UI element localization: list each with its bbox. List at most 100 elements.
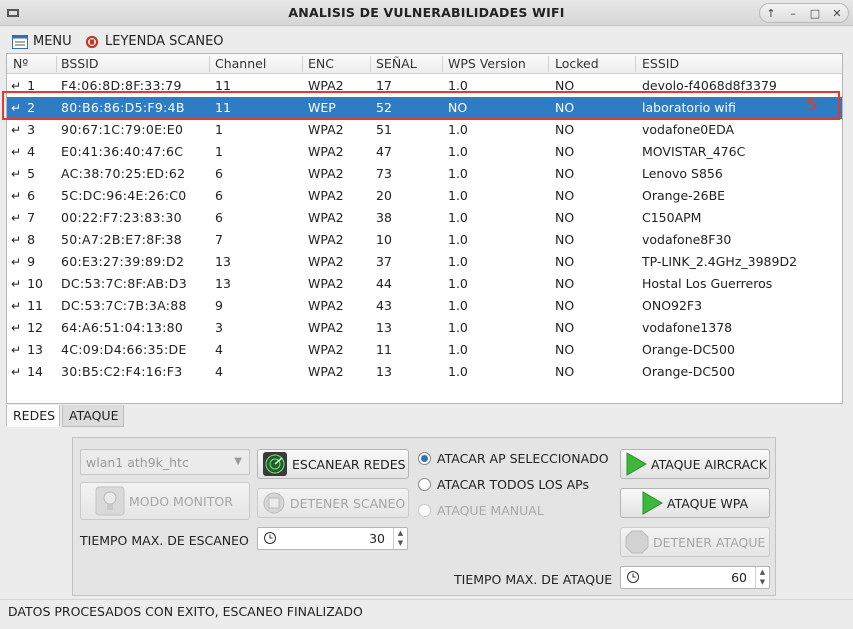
header-wps[interactable]: WPS Version xyxy=(448,56,526,72)
header-locked[interactable]: Locked xyxy=(555,56,599,72)
row-arrow-icon: ↵ xyxy=(11,211,22,225)
legend-button[interactable]: LEYENDA SCANEO xyxy=(84,34,224,49)
cell-enc: WPA2 xyxy=(308,188,344,203)
cell-bssid: 64:A6:51:04:13:80 xyxy=(61,320,184,335)
header-bssid[interactable]: BSSID xyxy=(61,56,99,72)
cell-wps: NO xyxy=(448,100,468,115)
cell-bssid: 5C:DC:96:4E:26:C0 xyxy=(61,188,187,203)
radar-icon xyxy=(263,452,287,476)
chevron-down-icon: ▼ xyxy=(234,456,242,467)
cell-enc: WPA2 xyxy=(308,320,344,335)
minimize-button[interactable]: – xyxy=(784,7,802,20)
networks-table[interactable]: Nº BSSID Channel ENC SEÑAL WPS Version L… xyxy=(6,53,843,404)
table-row[interactable]: ↵ 9 60:E3:27:39:89:D2 13 WPA2 37 1.0 NO TP-LINK_… xyxy=(7,251,842,273)
table-row[interactable]: ↵ 10 DC:53:7C:8F:AB:D3 13 WPA2 44 1.0 NO Hostal … xyxy=(7,273,842,295)
monitor-mode-button[interactable]: MODO MONITOR xyxy=(80,482,250,520)
monitor-mode-label: MODO MONITOR xyxy=(129,493,233,509)
attack-time-spinbox[interactable]: 60 ▲ ▼ xyxy=(620,566,770,589)
scan-networks-label: ESCANEAR REDES xyxy=(292,456,406,472)
header-channel[interactable]: Channel xyxy=(215,56,266,72)
header-signal[interactable]: SEÑAL xyxy=(376,56,417,72)
manual-attack-label: ATAQUE MANUAL xyxy=(437,503,544,518)
cell-channel: 4 xyxy=(215,364,223,379)
cell-channel: 7 xyxy=(215,232,223,247)
table-row[interactable]: ↵ 2 80:B6:86:D5:F9:4B 11 WEP 52 NO NO laboratori… xyxy=(7,97,842,119)
attack-selected-radio[interactable]: ATACAR AP SELECCIONADO xyxy=(418,451,609,466)
cell-bssid: 30:B5:C2:F4:16:F3 xyxy=(61,364,183,379)
cell-enc: WPA2 xyxy=(308,78,344,93)
cell-locked: NO xyxy=(555,254,575,269)
cell-locked: NO xyxy=(555,144,575,159)
stop-icon xyxy=(263,492,285,514)
header-n[interactable]: Nº xyxy=(13,56,28,72)
cell-locked: NO xyxy=(555,232,575,247)
row-number: ↵ 11 xyxy=(11,298,43,313)
cell-locked: NO xyxy=(555,188,575,203)
table-row[interactable]: ↵ 5 AC:38:70:25:ED:62 6 WPA2 73 1.0 NO Lenovo S8… xyxy=(7,163,842,185)
play-icon xyxy=(626,452,647,476)
row-number: ↵ 1 xyxy=(11,78,35,93)
table-row[interactable]: ↵ 14 30:B5:C2:F4:16:F3 4 WPA2 13 1.0 NO Orange-D… xyxy=(7,361,842,383)
header-essid[interactable]: ESSID xyxy=(642,56,679,72)
cell-channel: 6 xyxy=(215,166,223,181)
tab-redes[interactable]: REDES xyxy=(6,405,60,427)
cell-locked: NO xyxy=(555,364,575,379)
cell-essid: Orange-DC500 xyxy=(642,364,735,379)
tab-ataque[interactable]: ATAQUE xyxy=(62,405,124,427)
scan-networks-button[interactable]: ESCANEAR REDES xyxy=(257,449,409,479)
cell-essid: Lenovo S856 xyxy=(642,166,723,181)
spin-arrows-icon[interactable]: ▲ ▼ xyxy=(755,567,769,588)
cell-signal: 20 xyxy=(376,188,392,203)
wpa-attack-button[interactable]: ATAQUE WPA xyxy=(620,488,770,518)
table-row[interactable]: ↵ 12 64:A6:51:04:13:80 3 WPA2 13 1.0 NO vodafone… xyxy=(7,317,842,339)
close-button[interactable]: ✕ xyxy=(828,7,846,20)
stop-attack-button[interactable]: DETENER ATAQUE xyxy=(620,527,770,557)
cell-enc: WPA2 xyxy=(308,144,344,159)
clock-icon xyxy=(627,571,639,583)
row-arrow-icon: ↵ xyxy=(11,79,22,93)
table-row[interactable]: ↵ 4 E0:41:36:40:47:6C 1 WPA2 47 1.0 NO MOVISTAR_… xyxy=(7,141,842,163)
scan-time-spinbox[interactable]: 30 ▲ ▼ xyxy=(257,527,408,550)
maximize-button[interactable]: □ xyxy=(806,7,824,20)
menu-button[interactable]: MENU xyxy=(12,34,72,49)
menu-bar: MENU LEYENDA SCANEO xyxy=(0,30,853,54)
cell-signal: 13 xyxy=(376,364,392,379)
cell-wps: 1.0 xyxy=(448,254,468,269)
cell-wps: 1.0 xyxy=(448,320,468,335)
header-enc[interactable]: ENC xyxy=(308,56,334,72)
table-row[interactable]: ↵ 7 00:22:F7:23:83:30 6 WPA2 38 1.0 NO C150APM xyxy=(7,207,842,229)
radio-unchecked-icon xyxy=(418,478,431,491)
stop-scan-button[interactable]: DETENER SCANEO xyxy=(257,488,409,518)
spin-arrows-icon[interactable]: ▲ ▼ xyxy=(393,528,407,549)
cell-signal: 52 xyxy=(376,100,392,115)
cell-essid: vodafone1378 xyxy=(642,320,733,335)
row-number: ↵ 6 xyxy=(11,188,35,203)
table-row[interactable]: ↵ 6 5C:DC:96:4E:26:C0 6 WPA2 20 1.0 NO Orange-26… xyxy=(7,185,842,207)
cell-locked: NO xyxy=(555,166,575,181)
manual-attack-radio[interactable]: ATAQUE MANUAL xyxy=(418,503,544,518)
status-text: DATOS PROCESADOS CON EXITO, ESCANEO FINA… xyxy=(8,604,363,619)
table-row[interactable]: ↵ 8 50:A7:2B:E7:8F:38 7 WPA2 10 1.0 NO vodafone8… xyxy=(7,229,842,251)
cell-signal: 11 xyxy=(376,342,392,357)
cell-wps: 1.0 xyxy=(448,364,468,379)
clock-icon xyxy=(264,532,276,544)
cell-channel: 1 xyxy=(215,144,223,159)
cell-channel: 9 xyxy=(215,298,223,313)
wpa-attack-label: ATAQUE WPA xyxy=(667,495,749,511)
cell-essid: Orange-26BE xyxy=(642,188,726,203)
row-number-text: 5 xyxy=(27,166,36,181)
row-number-text: 14 xyxy=(27,364,43,379)
cell-channel: 13 xyxy=(215,276,231,291)
cell-enc: WPA2 xyxy=(308,210,344,225)
table-row[interactable]: ↵ 1 F4:06:8D:8F:33:79 11 WPA2 17 1.0 NO devolo-f… xyxy=(7,75,842,97)
table-row[interactable]: ↵ 3 90:67:1C:79:0E:E0 1 WPA2 51 1.0 NO vodafone0… xyxy=(7,119,842,141)
radio-checked-icon xyxy=(418,452,431,465)
interface-select[interactable]: wlan1 ath9k_htc ▼ xyxy=(80,449,250,475)
cell-essid: vodafone0EDA xyxy=(642,122,735,137)
attack-all-radio[interactable]: ATACAR TODOS LOS APs xyxy=(418,477,589,492)
table-row[interactable]: ↵ 13 4C:09:D4:66:35:DE 4 WPA2 11 1.0 NO Orange-D… xyxy=(7,339,842,361)
window-title: ANALISIS DE VULNERABILIDADES WIFI xyxy=(288,5,565,20)
table-row[interactable]: ↵ 11 DC:53:7C:7B:3A:88 9 WPA2 43 1.0 NO ONO92F3 xyxy=(7,295,842,317)
aircrack-attack-button[interactable]: ATAQUE AIRCRACK xyxy=(620,449,770,479)
keep-above-button[interactable]: ↑ xyxy=(762,7,780,20)
